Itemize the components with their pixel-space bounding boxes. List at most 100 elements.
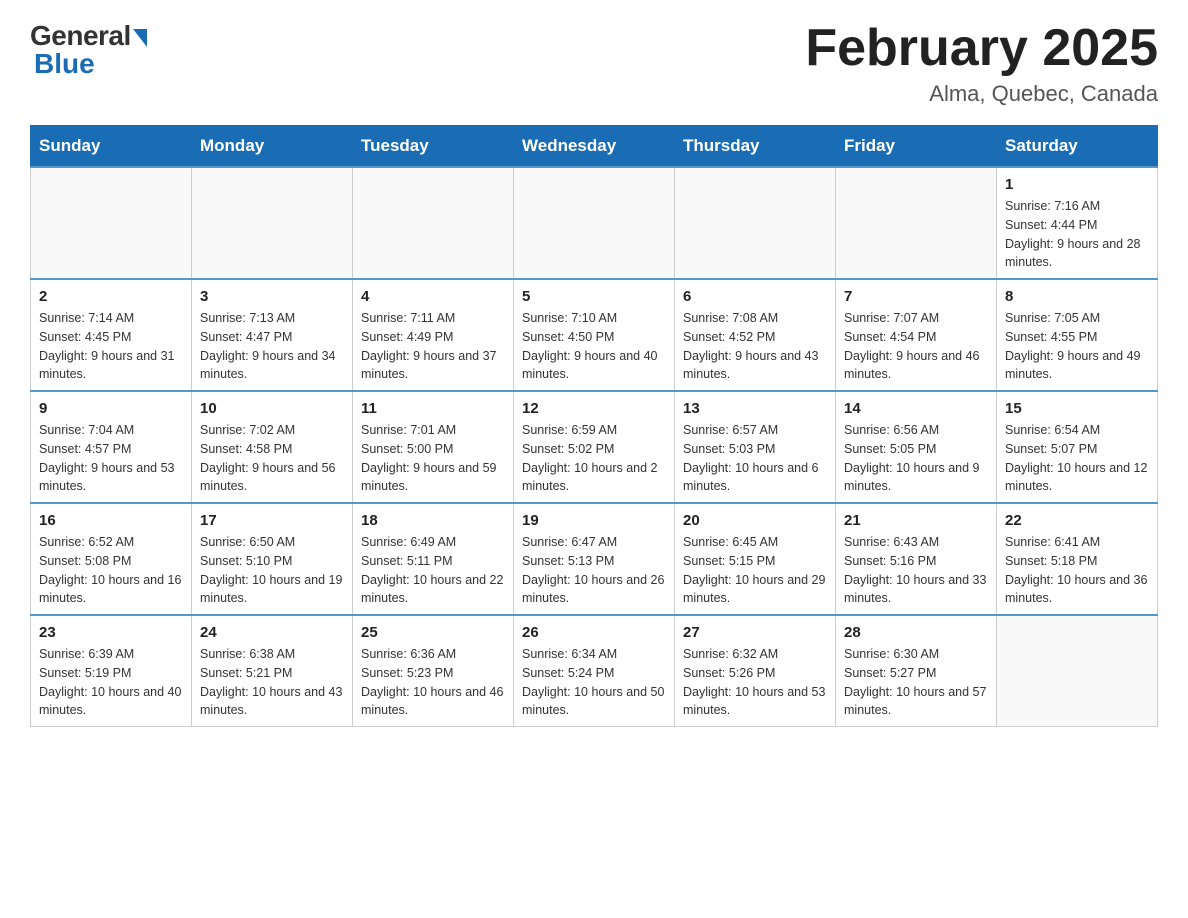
day-number: 5 — [522, 288, 666, 305]
calendar-day-cell: 28 Sunrise: 6:30 AMSunset: 5:27 PMDayligh… — [836, 615, 997, 727]
day-info: Sunrise: 6:59 AMSunset: 5:02 PMDaylight:… — [522, 421, 666, 496]
day-info: Sunrise: 6:45 AMSunset: 5:15 PMDaylight:… — [683, 533, 827, 608]
calendar-day-cell: 4 Sunrise: 7:11 AMSunset: 4:49 PMDaylight… — [353, 279, 514, 391]
day-number: 6 — [683, 288, 827, 305]
calendar-day-cell: 15Sunrise: 6:54 AMSunset: 5:07 PMDayligh… — [997, 391, 1158, 503]
calendar-day-header: Saturday — [997, 126, 1158, 168]
logo-blue-text: Blue — [34, 48, 95, 80]
calendar-day-cell — [997, 615, 1158, 727]
calendar-day-cell: 26 Sunrise: 6:34 AMSunset: 5:24 PMDayligh… — [514, 615, 675, 727]
day-info: Sunrise: 7:04 AMSunset: 4:57 PMDaylight:… — [39, 421, 183, 496]
day-number: 8 — [1005, 288, 1149, 305]
calendar-day-cell: 10 Sunrise: 7:02 AMSunset: 4:58 PMDayligh… — [192, 391, 353, 503]
day-number: 23 — [39, 624, 183, 641]
calendar-day-cell — [836, 167, 997, 279]
day-number: 24 — [200, 624, 344, 641]
calendar-day-cell — [31, 167, 192, 279]
calendar-day-cell: 22 Sunrise: 6:41 AMSunset: 5:18 PMDayligh… — [997, 503, 1158, 615]
calendar-day-header: Tuesday — [353, 126, 514, 168]
day-info: Sunrise: 6:30 AMSunset: 5:27 PMDaylight:… — [844, 645, 988, 720]
calendar-day-header: Sunday — [31, 126, 192, 168]
day-info: Sunrise: 7:01 AMSunset: 5:00 PMDaylight:… — [361, 421, 505, 496]
calendar-table: SundayMondayTuesdayWednesdayThursdayFrid… — [30, 125, 1158, 727]
calendar-day-cell: 19 Sunrise: 6:47 AMSunset: 5:13 PMDayligh… — [514, 503, 675, 615]
day-info: Sunrise: 6:39 AMSunset: 5:19 PMDaylight:… — [39, 645, 183, 720]
calendar-day-cell: 2 Sunrise: 7:14 AMSunset: 4:45 PMDaylight… — [31, 279, 192, 391]
calendar-day-cell: 20 Sunrise: 6:45 AMSunset: 5:15 PMDayligh… — [675, 503, 836, 615]
calendar-day-cell: 16 Sunrise: 6:52 AMSunset: 5:08 PMDayligh… — [31, 503, 192, 615]
calendar-day-cell: 23 Sunrise: 6:39 AMSunset: 5:19 PMDayligh… — [31, 615, 192, 727]
day-info: Sunrise: 6:43 AMSunset: 5:16 PMDaylight:… — [844, 533, 988, 608]
day-number: 4 — [361, 288, 505, 305]
day-number: 2 — [39, 288, 183, 305]
day-number: 14 — [844, 400, 988, 417]
day-info: Sunrise: 6:47 AMSunset: 5:13 PMDaylight:… — [522, 533, 666, 608]
day-info: Sunrise: 7:08 AMSunset: 4:52 PMDaylight:… — [683, 309, 827, 384]
day-info: Sunrise: 6:50 AMSunset: 5:10 PMDaylight:… — [200, 533, 344, 608]
day-info: Sunrise: 7:05 AMSunset: 4:55 PMDaylight:… — [1005, 309, 1149, 384]
calendar-day-cell: 9 Sunrise: 7:04 AMSunset: 4:57 PMDaylight… — [31, 391, 192, 503]
day-info: Sunrise: 7:02 AMSunset: 4:58 PMDaylight:… — [200, 421, 344, 496]
day-info: Sunrise: 6:41 AMSunset: 5:18 PMDaylight:… — [1005, 533, 1149, 608]
day-number: 16 — [39, 512, 183, 529]
day-number: 25 — [361, 624, 505, 641]
calendar-week-row: 2 Sunrise: 7:14 AMSunset: 4:45 PMDaylight… — [31, 279, 1158, 391]
location-title: Alma, Quebec, Canada — [805, 81, 1158, 107]
day-info: Sunrise: 6:38 AMSunset: 5:21 PMDaylight:… — [200, 645, 344, 720]
calendar-day-cell — [675, 167, 836, 279]
day-info: Sunrise: 7:14 AMSunset: 4:45 PMDaylight:… — [39, 309, 183, 384]
calendar-day-cell: 17 Sunrise: 6:50 AMSunset: 5:10 PMDayligh… — [192, 503, 353, 615]
calendar-day-cell: 18Sunrise: 6:49 AMSunset: 5:11 PMDayligh… — [353, 503, 514, 615]
calendar-day-cell: 3 Sunrise: 7:13 AMSunset: 4:47 PMDaylight… — [192, 279, 353, 391]
day-number: 11 — [361, 400, 505, 417]
calendar-day-cell: 14 Sunrise: 6:56 AMSunset: 5:05 PMDayligh… — [836, 391, 997, 503]
calendar-week-row: 23 Sunrise: 6:39 AMSunset: 5:19 PMDayligh… — [31, 615, 1158, 727]
day-info: Sunrise: 6:56 AMSunset: 5:05 PMDaylight:… — [844, 421, 988, 496]
calendar-day-cell: 8 Sunrise: 7:05 AMSunset: 4:55 PMDaylight… — [997, 279, 1158, 391]
calendar-day-cell — [192, 167, 353, 279]
calendar-day-header: Friday — [836, 126, 997, 168]
calendar-day-cell: 6 Sunrise: 7:08 AMSunset: 4:52 PMDaylight… — [675, 279, 836, 391]
month-title: February 2025 — [805, 20, 1158, 77]
calendar-day-header: Wednesday — [514, 126, 675, 168]
calendar-day-cell: 25 Sunrise: 6:36 AMSunset: 5:23 PMDayligh… — [353, 615, 514, 727]
calendar-day-cell: 5 Sunrise: 7:10 AMSunset: 4:50 PMDaylight… — [514, 279, 675, 391]
calendar-day-cell: 21Sunrise: 6:43 AMSunset: 5:16 PMDayligh… — [836, 503, 997, 615]
day-number: 15 — [1005, 400, 1149, 417]
day-number: 22 — [1005, 512, 1149, 529]
calendar-day-cell: 1 Sunrise: 7:16 AMSunset: 4:44 PMDaylight… — [997, 167, 1158, 279]
day-number: 17 — [200, 512, 344, 529]
calendar-week-row: 1 Sunrise: 7:16 AMSunset: 4:44 PMDaylight… — [31, 167, 1158, 279]
day-number: 12 — [522, 400, 666, 417]
day-number: 9 — [39, 400, 183, 417]
calendar-week-row: 16 Sunrise: 6:52 AMSunset: 5:08 PMDayligh… — [31, 503, 1158, 615]
calendar-day-cell: 27Sunrise: 6:32 AMSunset: 5:26 PMDayligh… — [675, 615, 836, 727]
day-info: Sunrise: 6:36 AMSunset: 5:23 PMDaylight:… — [361, 645, 505, 720]
title-block: February 2025 Alma, Quebec, Canada — [805, 20, 1158, 107]
day-number: 28 — [844, 624, 988, 641]
day-number: 7 — [844, 288, 988, 305]
day-info: Sunrise: 7:10 AMSunset: 4:50 PMDaylight:… — [522, 309, 666, 384]
calendar-day-cell: 13Sunrise: 6:57 AMSunset: 5:03 PMDayligh… — [675, 391, 836, 503]
calendar-header-row: SundayMondayTuesdayWednesdayThursdayFrid… — [31, 126, 1158, 168]
day-number: 20 — [683, 512, 827, 529]
logo-arrow-icon — [133, 29, 147, 47]
day-number: 26 — [522, 624, 666, 641]
calendar-day-cell — [353, 167, 514, 279]
day-number: 10 — [200, 400, 344, 417]
day-number: 18 — [361, 512, 505, 529]
day-info: Sunrise: 7:16 AMSunset: 4:44 PMDaylight:… — [1005, 197, 1149, 272]
day-number: 3 — [200, 288, 344, 305]
day-info: Sunrise: 7:07 AMSunset: 4:54 PMDaylight:… — [844, 309, 988, 384]
day-info: Sunrise: 7:13 AMSunset: 4:47 PMDaylight:… — [200, 309, 344, 384]
day-number: 19 — [522, 512, 666, 529]
calendar-day-cell: 7 Sunrise: 7:07 AMSunset: 4:54 PMDaylight… — [836, 279, 997, 391]
calendar-week-row: 9 Sunrise: 7:04 AMSunset: 4:57 PMDaylight… — [31, 391, 1158, 503]
day-info: Sunrise: 7:11 AMSunset: 4:49 PMDaylight:… — [361, 309, 505, 384]
day-number: 1 — [1005, 176, 1149, 193]
calendar-day-cell: 11 Sunrise: 7:01 AMSunset: 5:00 PMDayligh… — [353, 391, 514, 503]
day-info: Sunrise: 6:52 AMSunset: 5:08 PMDaylight:… — [39, 533, 183, 608]
calendar-day-cell: 12 Sunrise: 6:59 AMSunset: 5:02 PMDayligh… — [514, 391, 675, 503]
day-info: Sunrise: 6:57 AMSunset: 5:03 PMDaylight:… — [683, 421, 827, 496]
day-info: Sunrise: 6:34 AMSunset: 5:24 PMDaylight:… — [522, 645, 666, 720]
